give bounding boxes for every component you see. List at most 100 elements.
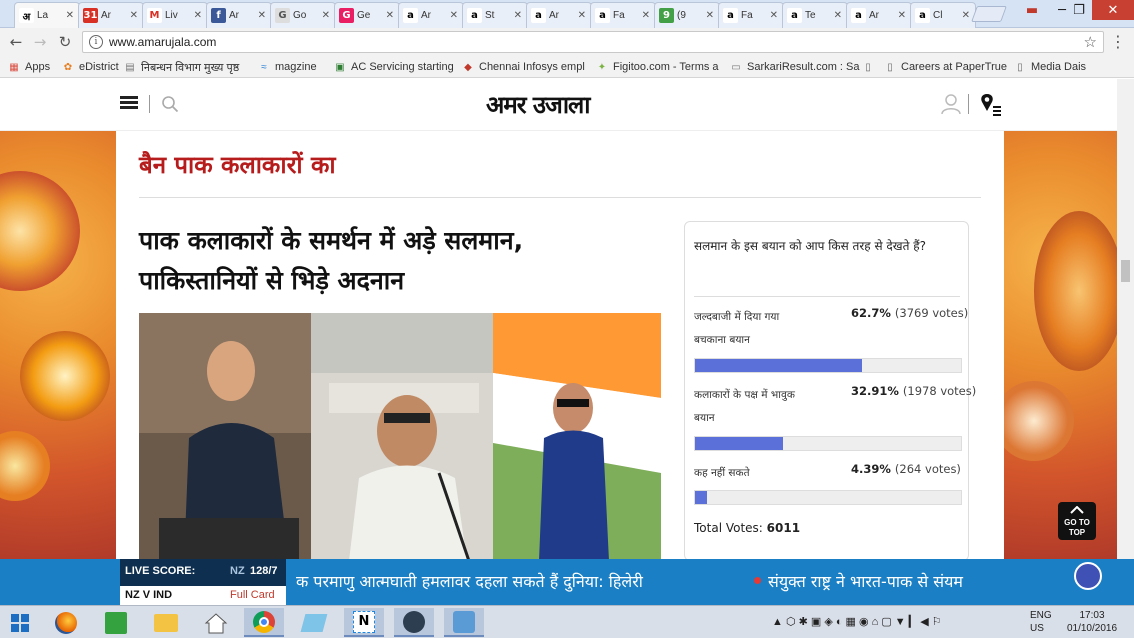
- bookmark-item[interactable]: ▯ Careers at PaperTrue: [884, 59, 1007, 75]
- poll-option-bar: [694, 490, 962, 505]
- site-logo[interactable]: अमर उजाला: [486, 88, 591, 121]
- tab-close-icon[interactable]: ✕: [834, 10, 842, 21]
- home-icon[interactable]: [196, 608, 236, 637]
- web-page: अमर उजाला बैन पाक कलाकारों का पाक कलाकार…: [0, 79, 1134, 559]
- apps-icon: ▦: [9, 61, 19, 73]
- bookmark-item[interactable]: ▯: [862, 59, 879, 75]
- poll-option-bar: [694, 358, 962, 373]
- full-card-link[interactable]: Full Card: [230, 589, 275, 601]
- tab-close-icon[interactable]: ✕: [450, 10, 458, 21]
- tab-close-icon[interactable]: ✕: [770, 10, 778, 21]
- browser-tab[interactable]: a Ar ✕: [526, 2, 592, 28]
- store-icon[interactable]: [96, 608, 136, 637]
- bookmark-label: magzine: [275, 61, 317, 73]
- profile-icon[interactable]: ▬: [1020, 0, 1044, 20]
- tray-icons[interactable]: ▲ ⬡ ✱ ▣ ◈ ◐ ▦ ◉ ⌂ ▢ ▼ ▎ ◀ ⚐: [772, 615, 942, 628]
- chrome-menu-icon[interactable]: ⋮: [1110, 32, 1126, 51]
- browser-tab[interactable]: G Go ✕: [270, 2, 336, 28]
- tab-close-icon[interactable]: ✕: [578, 10, 586, 21]
- browser-tab[interactable]: f Ar ✕: [206, 2, 272, 28]
- bookmark-item[interactable]: ▤ निबन्धन विभाग मुख्य पृष्ठ: [124, 59, 239, 75]
- url-text[interactable]: www.amarujala.com: [109, 35, 216, 49]
- browser-tab[interactable]: M Liv ✕: [142, 2, 208, 28]
- system-clock[interactable]: 17:03 01/10/2016: [1062, 609, 1122, 635]
- bookmark-item[interactable]: ✦ Figitoo.com - Terms a: [596, 59, 719, 75]
- sarkari-icon: ▭: [731, 61, 741, 73]
- app-icon[interactable]: [444, 608, 484, 637]
- browser-tab[interactable]: a Ar ✕: [398, 2, 464, 28]
- browser-tab[interactable]: a Fa ✕: [590, 2, 656, 28]
- tab-favicon-icon: a: [403, 8, 418, 23]
- go-to-top-button[interactable]: GO TO TOP: [1058, 502, 1096, 540]
- browser-tab[interactable]: a St ✕: [462, 2, 528, 28]
- reload-icon[interactable]: ↻: [55, 32, 75, 52]
- bookmark-item[interactable]: ✿ eDistrict: [62, 59, 119, 75]
- browser-tab[interactable]: G Ge ✕: [334, 2, 400, 28]
- chrome-icon[interactable]: [244, 608, 284, 637]
- windows-start-icon[interactable]: [0, 608, 40, 637]
- location-icon[interactable]: [978, 92, 1002, 116]
- page-scrollbar[interactable]: [1117, 79, 1134, 559]
- firefox-icon[interactable]: [46, 608, 86, 637]
- tab-close-icon[interactable]: ✕: [130, 10, 138, 21]
- poll-divider: [694, 296, 960, 297]
- live-score-widget[interactable]: LIVE SCORE: NZ 128/7 NZ V IND Full Card: [120, 559, 286, 605]
- bookmark-star-icon[interactable]: ☆: [1084, 33, 1097, 51]
- close-window-button[interactable]: ✕: [1092, 0, 1134, 20]
- tab-close-icon[interactable]: ✕: [642, 10, 650, 21]
- maximize-button[interactable]: ❐: [1062, 0, 1096, 20]
- bookmark-item[interactable]: ≈ magzine: [258, 59, 317, 75]
- scrollbar-thumb[interactable]: [1121, 260, 1130, 282]
- ticker-bullet: [754, 577, 761, 584]
- bookmark-item[interactable]: ▦ Apps: [8, 59, 50, 75]
- left-decorative-art: [0, 131, 116, 559]
- search-icon[interactable]: [161, 95, 179, 113]
- browser-tab[interactable]: 31 Ar ✕: [78, 2, 144, 28]
- forward-icon[interactable]: →: [30, 32, 50, 52]
- user-icon[interactable]: [940, 93, 962, 115]
- tab-close-icon[interactable]: ✕: [66, 10, 74, 21]
- news-ticker: LIVE SCORE: NZ 128/7 NZ V IND Full Card …: [0, 559, 1134, 605]
- browser-tab[interactable]: 9 (9 ✕: [654, 2, 720, 28]
- poll-option-fill: [695, 437, 783, 450]
- app-n-icon[interactable]: N: [344, 608, 384, 637]
- browser-tab[interactable]: a Ar ✕: [846, 2, 912, 28]
- browser-tab[interactable]: a Fa ✕: [718, 2, 784, 28]
- address-bar[interactable]: i www.amarujala.com ☆: [82, 31, 1104, 53]
- match-row: NZ V IND Full Card: [120, 586, 286, 605]
- article-headline[interactable]: पाक कलाकारों के समर्थन में अड़े सलमान, प…: [139, 221, 609, 301]
- language-code: ENG: [1030, 610, 1052, 621]
- browser-toolbar: ← → ↻ i www.amarujala.com ☆ ⋮: [0, 28, 1134, 56]
- new-tab-button[interactable]: [971, 6, 1007, 22]
- back-icon[interactable]: ←: [6, 32, 26, 52]
- tab-close-icon[interactable]: ✕: [322, 10, 330, 21]
- hamburger-menu-icon[interactable]: [120, 96, 138, 110]
- notepad-icon[interactable]: [294, 608, 334, 637]
- bookmark-item[interactable]: ▭ SarkariResult.com : Sa: [730, 59, 859, 75]
- bookmark-item[interactable]: ▯ Media Dais: [1014, 59, 1086, 75]
- browser-tab[interactable]: अ La ✕: [14, 2, 80, 28]
- site-header: अमर उजाला: [0, 79, 1134, 131]
- tab-close-icon[interactable]: ✕: [706, 10, 714, 21]
- tab-close-icon[interactable]: ✕: [258, 10, 266, 21]
- tab-close-icon[interactable]: ✕: [898, 10, 906, 21]
- bookmark-item[interactable]: ▣ AC Servicing starting: [334, 59, 453, 75]
- section-title[interactable]: बैन पाक कलाकारों का: [139, 148, 336, 181]
- notification-bell-icon[interactable]: [1074, 562, 1102, 590]
- ticker-headline[interactable]: संयुक्त राष्ट्र ने भारत-पाक से संयम: [768, 570, 963, 592]
- bookmark-item[interactable]: ◆ Chennai Infosys empl: [462, 59, 585, 75]
- tab-favicon-icon: a: [531, 8, 546, 23]
- poll-option-votes: (264 votes): [894, 462, 961, 476]
- ticker-headline[interactable]: क परमाणु आत्मघाती हमलावर दहला सकते हैं द…: [296, 570, 643, 592]
- paw-app-icon[interactable]: [394, 608, 434, 637]
- tab-close-icon[interactable]: ✕: [194, 10, 202, 21]
- browser-tab[interactable]: a Cl ✕: [910, 2, 976, 28]
- tab-close-icon[interactable]: ✕: [962, 10, 970, 21]
- tab-close-icon[interactable]: ✕: [514, 10, 522, 21]
- info-icon[interactable]: i: [89, 35, 103, 49]
- tab-close-icon[interactable]: ✕: [386, 10, 394, 21]
- article-photo[interactable]: [139, 313, 661, 559]
- language-indicator[interactable]: ENG US: [1030, 609, 1052, 635]
- file-explorer-icon[interactable]: [146, 608, 186, 637]
- browser-tab[interactable]: a Te ✕: [782, 2, 848, 28]
